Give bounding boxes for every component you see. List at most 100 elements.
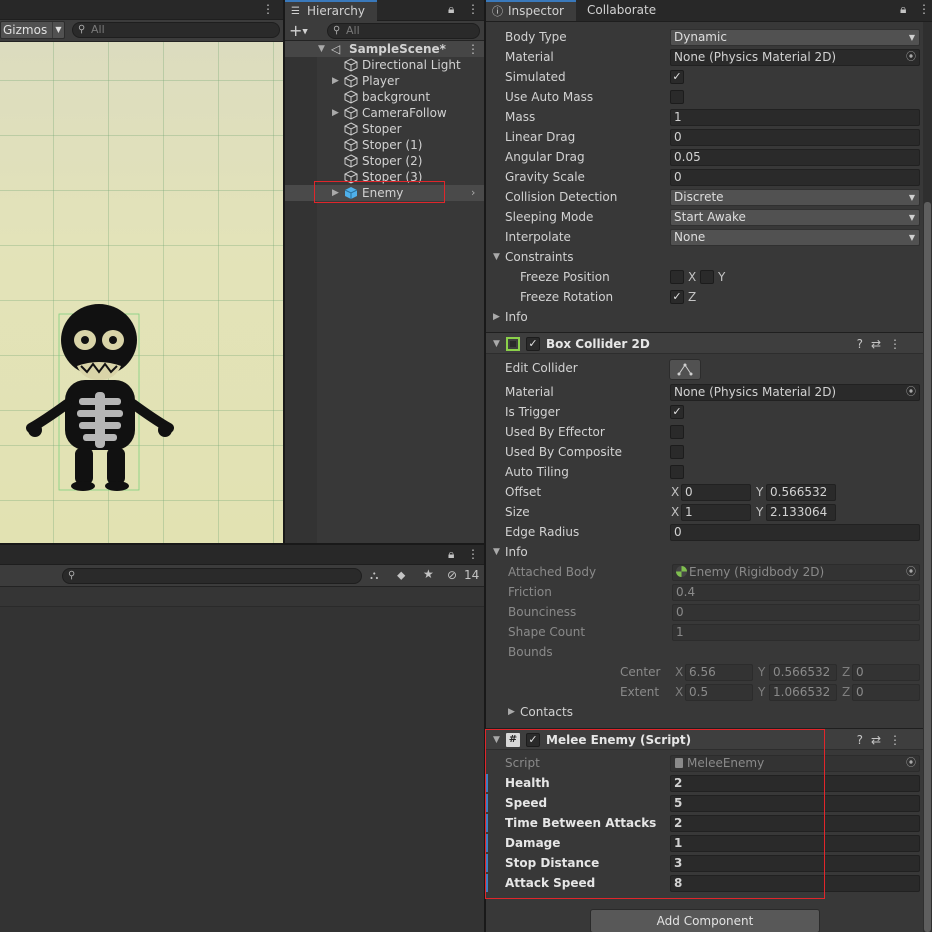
help-icon[interactable]: ?: [857, 337, 871, 351]
mass-field[interactable]: 1: [670, 109, 920, 126]
is-trigger-checkbox[interactable]: ✓: [670, 405, 684, 419]
use-auto-mass-checkbox[interactable]: [670, 90, 684, 104]
collision-detection-dropdown[interactable]: Discrete ▼: [670, 189, 920, 206]
scene-search-input[interactable]: ⚲ All: [72, 22, 280, 38]
inspector-scrollbar[interactable]: [923, 22, 932, 932]
filter-by-label-icon[interactable]: ⬥: [397, 568, 405, 583]
used-by-composite-checkbox[interactable]: [670, 445, 684, 459]
presets-icon[interactable]: ⇄: [871, 733, 889, 747]
grid-line: [0, 190, 283, 191]
object-picker-icon[interactable]: ⦿: [906, 385, 916, 400]
tab-collaborate[interactable]: Collaborate: [576, 0, 666, 21]
auto-tiling-checkbox[interactable]: [670, 465, 684, 479]
edge-radius-field[interactable]: 0: [670, 524, 920, 541]
more-options-icon[interactable]: ⋮: [889, 733, 909, 747]
lock-icon[interactable]: 🔒︎: [900, 2, 906, 17]
scrollbar-thumb[interactable]: [924, 202, 931, 932]
body-type-dropdown[interactable]: Dynamic ▼: [670, 29, 920, 46]
edit-shape-icon: [677, 363, 693, 376]
tab-hierarchy[interactable]: ☰ Hierarchy: [285, 0, 377, 21]
edit-collider-button[interactable]: [669, 359, 701, 380]
object-picker-icon[interactable]: ⦿: [906, 50, 916, 65]
more-options-icon[interactable]: ⋮: [467, 41, 479, 57]
hidden-packages-icon[interactable]: ⊘: [447, 568, 457, 582]
gravity-scale-field[interactable]: 0: [670, 169, 920, 186]
prop-label: Body Type: [505, 30, 567, 44]
lock-icon[interactable]: 🔒︎: [448, 2, 454, 17]
attached-body-field: Enemy (Rigidbody 2D) ⦿: [672, 564, 920, 581]
presets-icon[interactable]: ⇄: [871, 337, 889, 351]
foldout-closed-icon[interactable]: ▶: [493, 307, 500, 327]
linear-drag-field[interactable]: 0: [670, 129, 920, 146]
foldout-arrow-icon[interactable]: ▼: [318, 41, 325, 57]
project-breadcrumb-bar: [0, 587, 484, 607]
foldout-open-icon[interactable]: ▼: [493, 542, 500, 562]
extent-z-field: 0: [852, 684, 920, 701]
hierarchy-item-stoper-1[interactable]: Stoper (1): [285, 137, 484, 153]
more-options-icon[interactable]: ⋮: [889, 337, 909, 351]
size-x-field[interactable]: 1: [681, 504, 751, 521]
prop-label: Used By Effector: [505, 425, 605, 439]
foldout-closed-icon[interactable]: ▶: [508, 702, 515, 722]
gizmos-dropdown[interactable]: Gizmos ▼: [0, 21, 65, 39]
collider-material-field[interactable]: None (Physics Material 2D) ⦿: [670, 384, 920, 401]
filter-by-type-icon[interactable]: ⛬: [370, 568, 378, 583]
info-icon: ⓘ: [492, 5, 503, 18]
hierarchy-item-player[interactable]: ▶ Player: [285, 73, 484, 89]
prop-constraints[interactable]: ▼ Constraints: [486, 247, 923, 267]
used-by-effector-checkbox[interactable]: [670, 425, 684, 439]
foldout-arrow-icon[interactable]: ▶: [332, 73, 339, 89]
simulated-checkbox[interactable]: ✓: [670, 70, 684, 84]
more-options-icon[interactable]: ⋮: [467, 2, 479, 16]
add-component-button[interactable]: Add Component: [590, 909, 820, 932]
rigidbody-icon: [676, 566, 687, 577]
prop-label: Size: [505, 505, 530, 519]
scene-viewport[interactable]: [0, 42, 283, 543]
hierarchy-item-directional-light[interactable]: Directional Light: [285, 57, 484, 73]
hierarchy-item-samplescene[interactable]: ▼ ◁ SampleScene* ⋮: [285, 41, 484, 57]
chevron-down-icon: ▼: [908, 213, 915, 222]
prop-contacts[interactable]: ▶ Contacts: [486, 702, 923, 722]
component-header-buttons: ?⇄⋮: [857, 333, 909, 355]
add-object-button[interactable]: +▼: [289, 21, 315, 41]
offset-y-field[interactable]: 0.566532: [766, 484, 836, 501]
angular-drag-field[interactable]: 0.05: [670, 149, 920, 166]
scene-search-placeholder: All: [91, 23, 105, 36]
foldout-open-icon[interactable]: ▼: [493, 334, 500, 354]
chevron-right-icon[interactable]: ›: [471, 185, 475, 201]
chevron-down-icon[interactable]: ▼: [52, 22, 64, 38]
hierarchy-item-backgrount[interactable]: backgrount: [285, 89, 484, 105]
favorites-star-icon[interactable]: ★: [423, 567, 434, 581]
more-options-icon[interactable]: ⋮: [467, 547, 479, 561]
tab-inspector[interactable]: ⓘ Inspector: [486, 0, 576, 21]
more-options-icon[interactable]: ⋮: [262, 2, 274, 16]
more-options-icon[interactable]: ⋮: [918, 2, 930, 16]
help-icon[interactable]: ?: [857, 733, 871, 747]
project-search-input[interactable]: ⚲: [62, 568, 362, 584]
hierarchy-item-stoper-2[interactable]: Stoper (2): [285, 153, 484, 169]
box-collider-2d-header[interactable]: ▼ ✓ Box Collider 2D ?⇄⋮: [486, 332, 923, 354]
freeze-position-x-checkbox[interactable]: [670, 270, 684, 284]
inspector-tab-bar: ⓘ Inspector Collaborate 🔒︎ ⋮: [486, 0, 932, 22]
axis-y-label: Y: [758, 665, 766, 679]
hierarchy-search-input[interactable]: ⚲ All: [327, 23, 480, 39]
freeze-position-y-checkbox[interactable]: [700, 270, 714, 284]
lock-icon[interactable]: 🔒︎: [448, 547, 454, 562]
prop-collider-info[interactable]: ▼ Info: [486, 542, 923, 562]
project-content: [0, 607, 484, 932]
hierarchy-item-stoper[interactable]: Stoper: [285, 121, 484, 137]
axis-z-label: Z: [688, 290, 697, 304]
enemy-sprite[interactable]: [25, 300, 175, 495]
foldout-arrow-icon[interactable]: ▶: [332, 105, 339, 121]
prop-info[interactable]: ▶ Info: [486, 307, 923, 327]
freeze-rotation-z-checkbox[interactable]: ✓: [670, 290, 684, 304]
box-collider-enabled-checkbox[interactable]: ✓: [526, 337, 540, 351]
prop-label: Angular Drag: [505, 150, 585, 164]
sleeping-mode-dropdown[interactable]: Start Awake ▼: [670, 209, 920, 226]
material-object-field[interactable]: None (Physics Material 2D) ⦿: [670, 49, 920, 66]
offset-x-field[interactable]: 0: [681, 484, 751, 501]
foldout-open-icon[interactable]: ▼: [493, 247, 500, 267]
size-y-field[interactable]: 2.133064: [766, 504, 836, 521]
hierarchy-item-camerafollow[interactable]: ▶ CameraFollow: [285, 105, 484, 121]
interpolate-dropdown[interactable]: None ▼: [670, 229, 920, 246]
